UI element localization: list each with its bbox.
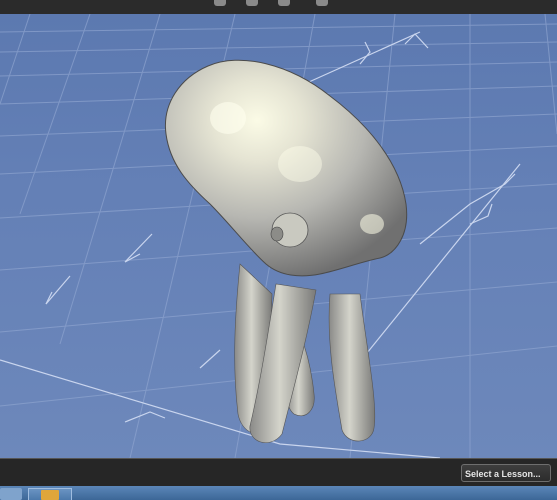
pan-icon[interactable] <box>246 0 258 6</box>
bottom-bar: Select a Lesson... <box>0 458 557 487</box>
lesson-select-dropdown[interactable]: Select a Lesson... <box>461 464 551 482</box>
top-toolbar <box>0 0 557 14</box>
zoom-icon[interactable] <box>278 0 290 6</box>
viewport-canvas[interactable] <box>0 14 557 458</box>
octopus-model[interactable] <box>164 59 408 444</box>
taskbar-folder-button[interactable] <box>28 488 72 500</box>
folder-icon <box>41 490 59 500</box>
os-taskbar <box>0 486 557 500</box>
3d-viewport[interactable] <box>0 14 557 458</box>
frame-icon[interactable] <box>316 0 328 6</box>
rotate-icon[interactable] <box>214 0 226 6</box>
start-button[interactable] <box>0 488 22 500</box>
